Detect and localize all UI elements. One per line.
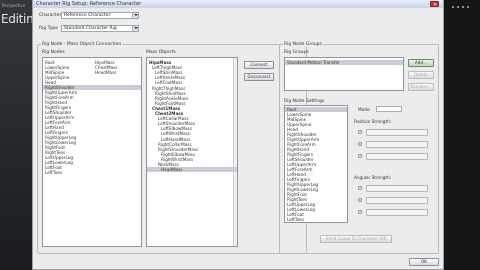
add-group-button[interactable]: Add... xyxy=(408,59,434,67)
position-radio-1[interactable] xyxy=(358,130,362,134)
angular-strength-slider-2[interactable] xyxy=(366,197,428,204)
delete-group-button[interactable]: Delete xyxy=(408,71,434,79)
chevron-down-icon xyxy=(132,13,138,18)
angular-strength-slider-3[interactable] xyxy=(366,209,428,216)
rig-group-item[interactable]: Standard Motion Transfer xyxy=(285,60,403,65)
character-label: Character xyxy=(39,13,62,18)
rig-groups-list[interactable]: Standard Motion Transfer xyxy=(284,57,404,91)
angular-strength-slider-1[interactable] xyxy=(366,185,428,192)
viewport-panel-left: Perspective Editing xyxy=(0,0,41,270)
angular-strength-label: Angular Strength: xyxy=(354,175,392,180)
rig-node-groups-title: Rig Node Groups xyxy=(283,42,323,47)
dialog-titlebar[interactable]: Character Rig Setup: Reference Character… xyxy=(33,0,443,8)
character-rig-setup-dialog: Character Rig Setup: Reference Character… xyxy=(32,0,444,270)
rig-type-label: Rig Type xyxy=(39,26,58,31)
character-select-value: Reference Character xyxy=(64,13,111,18)
close-button[interactable]: ✕ xyxy=(430,1,439,8)
rig-node-settings-header: Rig Node Settings xyxy=(284,99,325,104)
rig-node-groups-group: Rig Node Groups Rig Groups Standard Moti… xyxy=(279,42,439,254)
mass-object-item[interactable]: HeadMass xyxy=(147,167,237,173)
disconnect-button[interactable]: Disconnect xyxy=(244,73,274,81)
angular-radio-1[interactable] xyxy=(358,186,362,190)
rig-node-item[interactable]: LeftToes xyxy=(45,170,62,175)
send-group-to-hik-button[interactable]: Send Group To Character HIK xyxy=(320,235,392,243)
angular-radio-2[interactable] xyxy=(358,198,362,202)
mass-object-connection-title: Rig Node - Mass Object Connection xyxy=(41,42,123,47)
toolbar-dots-icon xyxy=(452,6,472,8)
rig-nodes-list[interactable]: Root LowerSpine MidSpine UpperSpine Head Righ… xyxy=(42,57,142,247)
rig-node-setting-item[interactable]: LeftToes xyxy=(287,217,304,222)
connect-button[interactable]: Connect xyxy=(244,61,274,69)
mass-objects-scrollbar[interactable] xyxy=(233,58,237,246)
angular-radio-3[interactable] xyxy=(358,210,362,214)
mode-select[interactable] xyxy=(376,106,402,112)
mass-objects-list[interactable]: HipsMass LeftThighMass LeftShinMass LeftAnk… xyxy=(146,57,238,247)
chevron-down-icon xyxy=(132,26,138,31)
close-icon: ✕ xyxy=(433,2,438,8)
position-radio-3[interactable] xyxy=(358,154,362,158)
viewport-panel-right xyxy=(444,0,480,270)
position-strength-slider-1[interactable] xyxy=(366,129,428,136)
rename-group-button[interactable]: Rename... xyxy=(408,83,434,91)
viewport-label-small: Perspective xyxy=(2,3,26,8)
mass-objects-header: Mass Objects xyxy=(146,50,176,55)
position-strength-slider-3[interactable] xyxy=(366,153,428,160)
dialog-title: Character Rig Setup: Reference Character xyxy=(36,1,142,7)
rig-nodes-header: Rig Nodes xyxy=(42,50,65,55)
rig-groups-header: Rig Groups xyxy=(284,50,309,55)
character-select[interactable]: Reference Character xyxy=(61,12,139,19)
rig-type-select[interactable]: Standard Character Rig xyxy=(61,25,139,32)
rig-node-settings-list[interactable]: Root LowerSpine MidSpine UpperSpine Head Righ… xyxy=(284,105,348,223)
mode-label: Mode: xyxy=(358,107,371,112)
ok-button[interactable]: OK xyxy=(409,258,439,266)
position-radio-2[interactable] xyxy=(358,142,362,146)
position-strength-label: Position Strength: xyxy=(354,119,392,124)
rig-type-select-value: Standard Character Rig xyxy=(64,26,117,31)
position-strength-slider-2[interactable] xyxy=(366,141,428,148)
rig-node-item[interactable]: HeadMass xyxy=(95,70,117,75)
mass-object-connection-group: Rig Node - Mass Object Connection Rig No… xyxy=(37,42,307,254)
